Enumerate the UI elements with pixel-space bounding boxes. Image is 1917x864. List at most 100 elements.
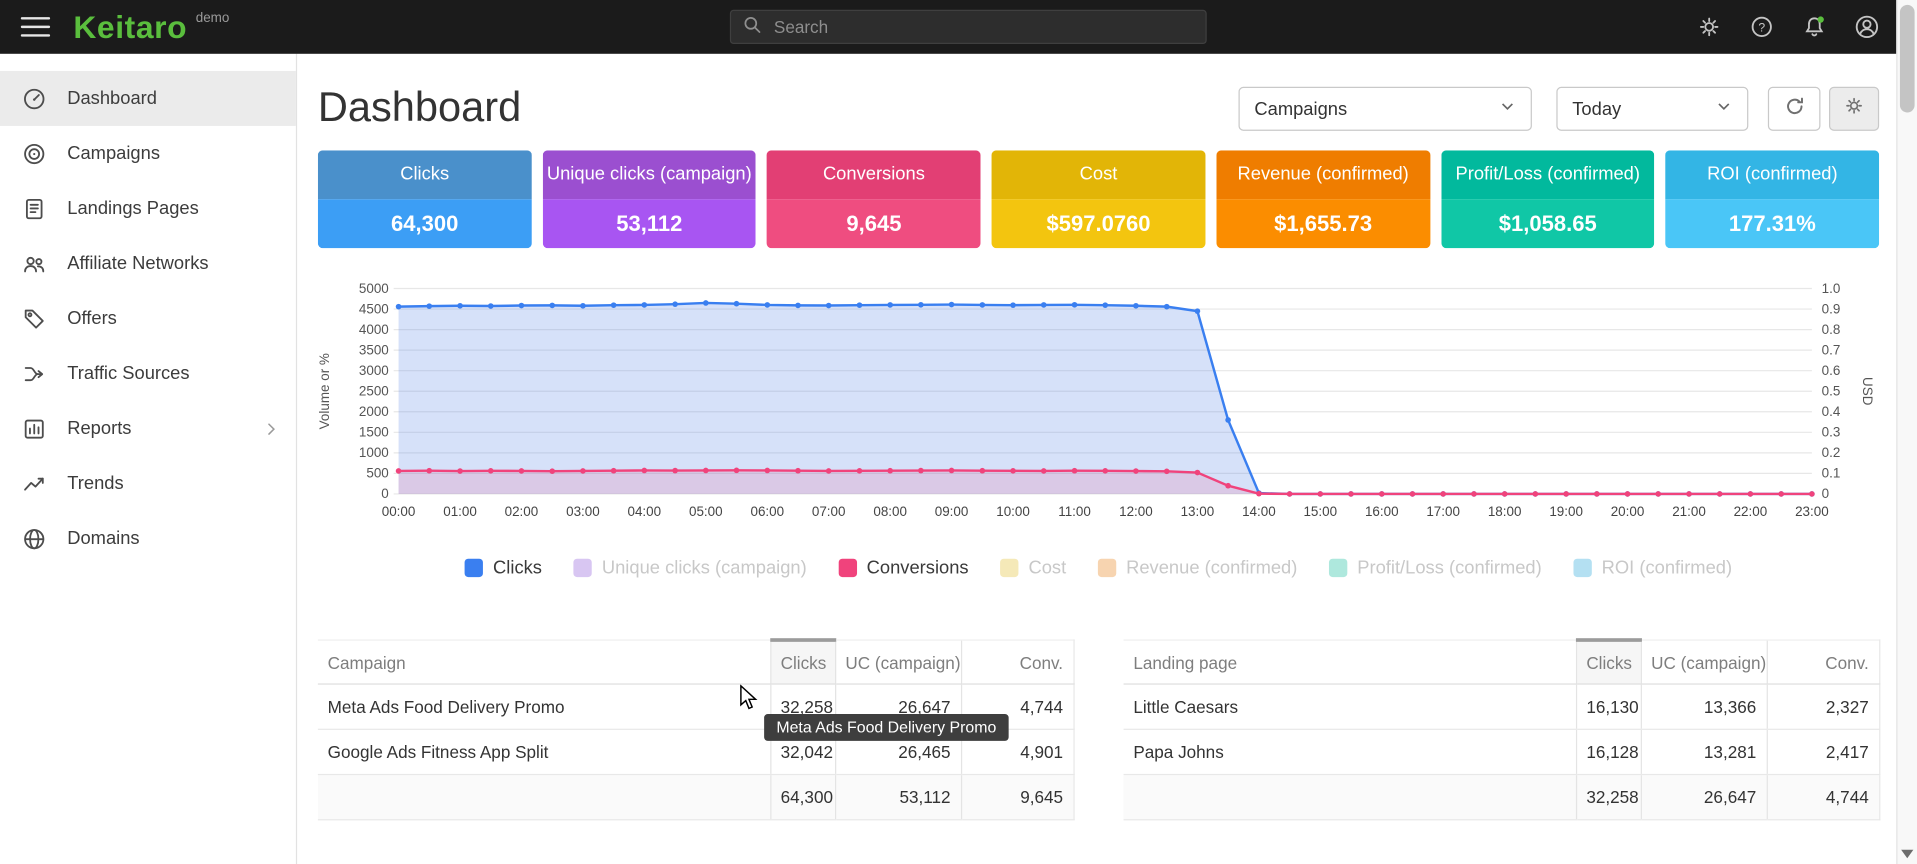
legend-item-unique-clicks-campaign[interactable]: Unique clicks (campaign)	[574, 557, 807, 578]
svg-text:12:00: 12:00	[1119, 504, 1153, 519]
column-header-conv[interactable]: Conv.	[961, 640, 1073, 684]
totals-clicks: 64,300	[770, 775, 835, 820]
dashboard-settings-button[interactable]	[1829, 87, 1879, 131]
legend-item-clicks[interactable]: Clicks	[465, 557, 542, 578]
sidebar-item-label: Reports	[67, 418, 131, 439]
column-header-uc-campaign[interactable]: UC (campaign)	[835, 640, 961, 684]
date-range-select[interactable]: Today	[1556, 87, 1748, 131]
row-clicks[interactable]: 16,130	[1576, 684, 1641, 729]
row-uc[interactable]: 13,366	[1641, 684, 1767, 729]
row-uc[interactable]: 13,281	[1641, 729, 1767, 774]
scroll-down-arrow[interactable]	[1901, 850, 1913, 859]
legend-item-profit-loss-confirmed[interactable]: Profit/Loss (confirmed)	[1329, 557, 1542, 578]
svg-text:09:00: 09:00	[935, 504, 969, 519]
sidebar-item-landings-pages[interactable]: Landings Pages	[0, 181, 296, 236]
legend-item-revenue-confirmed[interactable]: Revenue (confirmed)	[1098, 557, 1297, 578]
metric-card-label: Conversions	[767, 150, 981, 199]
column-header-clicks[interactable]: Clicks	[770, 640, 835, 684]
sidebar-item-trends[interactable]: Trends	[0, 456, 296, 511]
svg-text:06:00: 06:00	[750, 504, 784, 519]
gauge-icon	[22, 86, 46, 110]
svg-text:0.5: 0.5	[1822, 384, 1841, 399]
date-range-select-value: Today	[1572, 98, 1621, 119]
reports-icon	[22, 416, 46, 440]
row-name[interactable]: Google Ads Fitness App Split	[318, 729, 770, 774]
svg-text:Volume or %: Volume or %	[318, 353, 332, 429]
legend-item-conversions[interactable]: Conversions	[839, 557, 969, 578]
sidebar-item-domains[interactable]: Domains	[0, 511, 296, 566]
sidebar-item-label: Affiliate Networks	[67, 253, 208, 274]
row-clicks[interactable]: 16,128	[1576, 729, 1641, 774]
search-box[interactable]	[730, 10, 1207, 44]
help-icon[interactable]: ?	[1748, 13, 1775, 40]
row-name[interactable]: Little Caesars	[1124, 684, 1576, 729]
sidebar-item-label: Campaigns	[67, 143, 160, 164]
notifications-icon[interactable]	[1801, 13, 1828, 40]
svg-text:22:00: 22:00	[1734, 504, 1768, 519]
legend-swatch	[1329, 558, 1347, 576]
column-header-clicks[interactable]: Clicks	[1576, 640, 1641, 684]
campaigns-select-value: Campaigns	[1254, 98, 1347, 119]
metric-cards: Clicks64,300Unique clicks (campaign)53,1…	[318, 150, 1879, 248]
sidebar-item-label: Traffic Sources	[67, 363, 189, 384]
metric-card-label: Cost	[992, 150, 1206, 199]
sidebar-item-campaigns[interactable]: Campaigns	[0, 126, 296, 181]
summary-tables: CampaignClicksUC (campaign)Conv.Meta Ads…	[318, 638, 1879, 820]
offer-icon	[22, 306, 46, 330]
scrollbar-thumb[interactable]	[1900, 5, 1915, 113]
metric-card-conversions[interactable]: Conversions9,645	[767, 150, 981, 248]
sidebar-item-label: Landings Pages	[67, 198, 199, 219]
svg-text:21:00: 21:00	[1672, 504, 1706, 519]
app-logo: Keitaro	[73, 0, 187, 54]
legend-item-roi-confirmed[interactable]: ROI (confirmed)	[1574, 557, 1733, 578]
totals-row: 64,30053,1129,645	[318, 775, 1074, 820]
sidebar-item-affiliate-networks[interactable]: Affiliate Networks	[0, 236, 296, 291]
svg-text:0.4: 0.4	[1822, 404, 1841, 419]
totals-row: 32,25826,6474,744	[1124, 775, 1880, 820]
metric-card-label: Clicks	[318, 150, 532, 199]
landing-row[interactable]: Papa Johns16,12813,2812,417	[1124, 729, 1880, 774]
metric-card-cost[interactable]: Cost$597.0760	[992, 150, 1206, 248]
sidebar-item-traffic-sources[interactable]: Traffic Sources	[0, 346, 296, 401]
column-header-campaign[interactable]: Campaign	[318, 640, 770, 684]
svg-text:1000: 1000	[359, 445, 389, 460]
row-conv[interactable]: 2,327	[1767, 684, 1879, 729]
legend-swatch	[1098, 558, 1116, 576]
campaigns-select[interactable]: Campaigns	[1238, 87, 1531, 131]
svg-text:19:00: 19:00	[1549, 504, 1583, 519]
column-header-conv[interactable]: Conv.	[1767, 640, 1879, 684]
scrollbar[interactable]	[1896, 0, 1917, 864]
svg-text:17:00: 17:00	[1426, 504, 1460, 519]
sidebar-item-reports[interactable]: Reports	[0, 401, 296, 456]
metric-card-value: $1,058.65	[1441, 199, 1655, 248]
landing-row[interactable]: Little Caesars16,13013,3662,327	[1124, 684, 1880, 729]
legend-label: ROI (confirmed)	[1602, 557, 1732, 578]
svg-text:05:00: 05:00	[689, 504, 723, 519]
svg-text:08:00: 08:00	[873, 504, 907, 519]
metric-card-profit-loss-confirmed[interactable]: Profit/Loss (confirmed)$1,058.65	[1441, 150, 1655, 248]
metric-card-unique-clicks-campaign[interactable]: Unique clicks (campaign)53,112	[542, 150, 756, 248]
column-header-landing-page[interactable]: Landing page	[1124, 640, 1576, 684]
svg-text:0.8: 0.8	[1822, 322, 1841, 337]
sidebar-item-dashboard[interactable]: Dashboard	[0, 71, 296, 126]
menu-icon[interactable]	[21, 17, 50, 37]
metric-card-revenue-confirmed[interactable]: Revenue (confirmed)$1,655.73	[1216, 150, 1430, 248]
settings-icon[interactable]	[1696, 13, 1723, 40]
account-icon[interactable]	[1853, 13, 1880, 40]
landings-table: Landing pageClicksUC (campaign)Conv.Litt…	[1124, 638, 1880, 820]
row-name[interactable]: Meta Ads Food Delivery Promo	[318, 684, 770, 729]
chart-legend: Clicks Unique clicks (campaign) Conversion…	[318, 553, 1879, 582]
svg-text:02:00: 02:00	[505, 504, 539, 519]
people-icon	[22, 251, 46, 275]
legend-label: Clicks	[493, 557, 542, 578]
sidebar-item-offers[interactable]: Offers	[0, 291, 296, 346]
svg-text:0.2: 0.2	[1822, 445, 1841, 460]
column-header-uc-campaign[interactable]: UC (campaign)	[1641, 640, 1767, 684]
legend-item-cost[interactable]: Cost	[1000, 557, 1066, 578]
row-name[interactable]: Papa Johns	[1124, 729, 1576, 774]
metric-card-clicks[interactable]: Clicks64,300	[318, 150, 532, 248]
refresh-button[interactable]	[1768, 87, 1821, 131]
row-conv[interactable]: 2,417	[1767, 729, 1879, 774]
metric-card-roi-confirmed[interactable]: ROI (confirmed)177.31%	[1666, 150, 1880, 248]
search-input[interactable]	[771, 16, 1194, 38]
